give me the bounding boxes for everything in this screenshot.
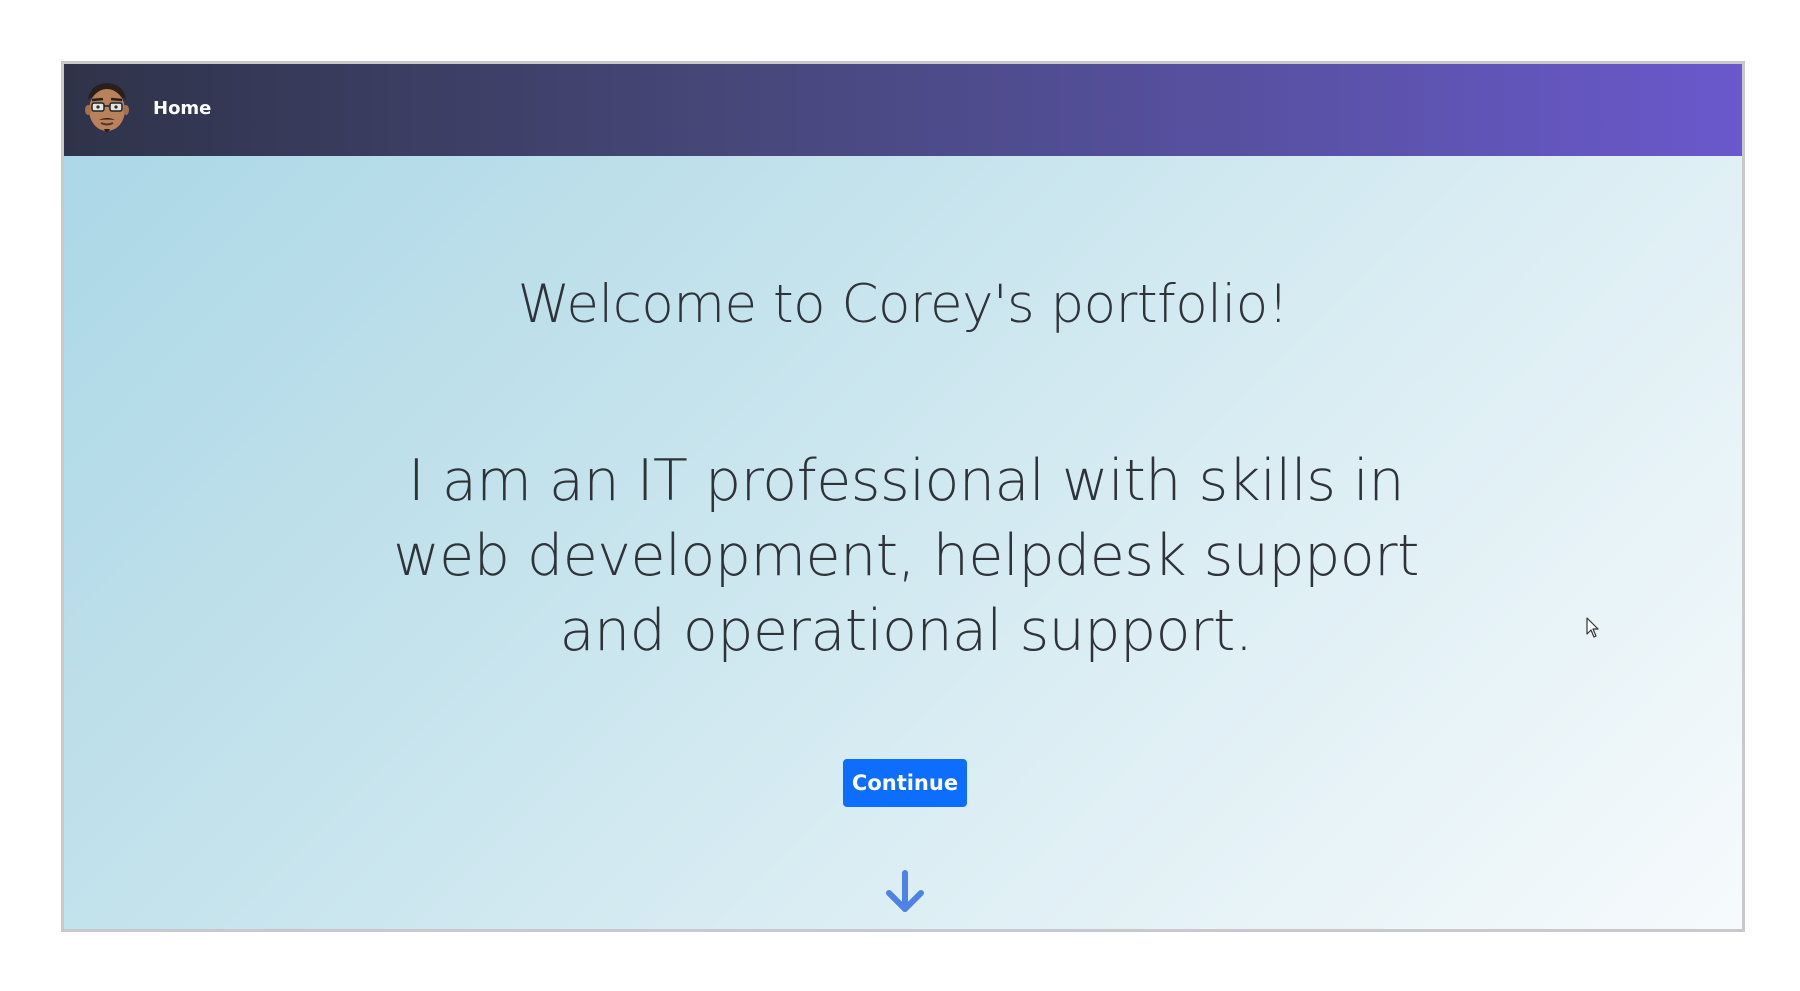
continue-button[interactable]: Continue [843,759,967,807]
scroll-down-link[interactable] [883,869,927,915]
tagline: I am an IT professional with skills in w… [393,448,1419,664]
mouse-cursor-icon [1586,617,1599,638]
avatar-icon [85,83,129,132]
browser-viewport: Home Welcome to Corey's portfolio! I am … [61,61,1745,932]
arrow-down-icon [886,870,924,912]
page-title: Welcome to Corey's portfolio! [517,274,1289,335]
avatar[interactable] [82,80,132,140]
top-navbar: Home [64,64,1742,156]
nav-link-home[interactable]: Home [153,98,211,119]
